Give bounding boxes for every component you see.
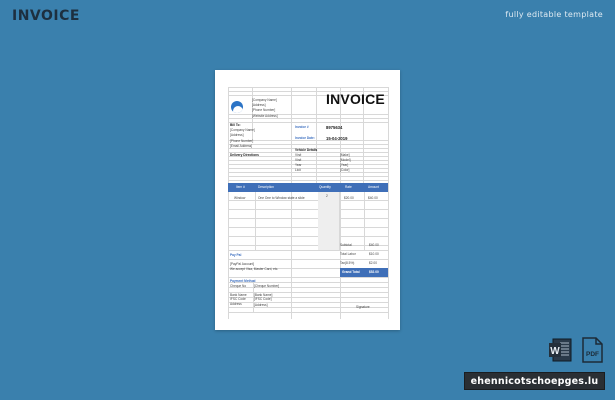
company-address: [Address] bbox=[252, 103, 266, 107]
payment-method-label: Payment Method bbox=[230, 279, 256, 283]
vehicle-value: [Color] bbox=[340, 168, 350, 172]
pay-pal-label: Pay Pal bbox=[230, 253, 242, 257]
payment-value: [IFSC Code] bbox=[254, 297, 272, 301]
bill-to-phone: [Phone Number] bbox=[230, 139, 254, 143]
pdf-document-icon[interactable]: PDF bbox=[581, 337, 604, 363]
vehicle-details-label: Vehicle Details bbox=[295, 148, 318, 152]
col-quantity: Quantity bbox=[319, 185, 331, 189]
total-labor-label: Total Labor bbox=[340, 252, 356, 256]
accepted-cards: We accept Visa, Master Card, etc. bbox=[230, 267, 279, 271]
payment-key: Address bbox=[230, 302, 242, 306]
delivery-directions-label: Delivery Directions bbox=[230, 153, 259, 157]
grand-total-value: $52.00 bbox=[369, 270, 379, 274]
row-description: One One to Window state a slide bbox=[258, 196, 305, 200]
invoice-date: 15-04-2019 bbox=[326, 136, 348, 141]
tax-label: Tax(8.5%) bbox=[340, 261, 355, 265]
paypal-account: [PayPal Account] bbox=[230, 262, 255, 266]
row-quantity: 2 bbox=[326, 194, 328, 198]
vehicle-key: Vin# bbox=[295, 153, 302, 157]
items-table-header: Item # Description Quantity Rate Amount bbox=[228, 183, 388, 192]
col-description: Description bbox=[258, 185, 274, 189]
subtotal-value: $40.00 bbox=[369, 243, 379, 247]
invoice-number: 8975634 bbox=[326, 125, 343, 130]
company-logo-icon bbox=[231, 101, 243, 113]
row-item: Window bbox=[234, 196, 246, 200]
bill-to-email: [Email Address] bbox=[230, 144, 253, 148]
grand-total-label: Grand Total bbox=[342, 270, 360, 274]
invoice-preview[interactable]: [Company Name] [Address] [Phone Number] … bbox=[215, 70, 400, 330]
company-website: [Website Address] bbox=[252, 114, 278, 118]
subtotal-label: Subtotal bbox=[340, 243, 352, 247]
invoice-number-label: Invoice # bbox=[295, 125, 309, 129]
invoice-date-label: Invoice Date: bbox=[295, 136, 315, 140]
col-item: Item # bbox=[236, 185, 245, 189]
page-subtitle: fully editable template bbox=[505, 10, 603, 19]
signature-label: Signature bbox=[356, 305, 370, 309]
payment-value: [Cheque Number] bbox=[254, 284, 280, 288]
vehicle-key: Lic# bbox=[295, 168, 301, 172]
vehicle-value: [Model] bbox=[340, 158, 351, 162]
vehicle-key: Vin# bbox=[295, 158, 302, 162]
row-rate: $20.00 bbox=[344, 196, 354, 200]
col-rate: Rate bbox=[345, 185, 352, 189]
col-amount: Amount bbox=[368, 185, 379, 189]
site-badge[interactable]: ehennicotschoepges.lu bbox=[464, 372, 605, 390]
vehicle-value: [Year] bbox=[340, 163, 349, 167]
invoice-title: INVOICE bbox=[326, 91, 385, 107]
row-amount: $40.00 bbox=[368, 196, 378, 200]
payment-key: Cheque No bbox=[230, 284, 247, 288]
invoice-paper: [Company Name] [Address] [Phone Number] … bbox=[228, 87, 389, 319]
bill-to-label: Bill To: bbox=[230, 123, 241, 127]
tax-value: $2.00 bbox=[369, 261, 377, 265]
payment-value: [Address] bbox=[254, 303, 268, 307]
bill-to-address: [Address] bbox=[230, 133, 244, 137]
svg-text:W: W bbox=[550, 346, 560, 357]
svg-text:PDF: PDF bbox=[586, 351, 599, 358]
company-name: [Company Name] bbox=[252, 98, 277, 102]
company-phone: [Phone Number] bbox=[252, 108, 276, 112]
payment-key: IFSC Code bbox=[230, 297, 246, 301]
grand-total-bar: Grand Total $52.00 bbox=[340, 268, 388, 277]
total-labor-value: $10.00 bbox=[369, 252, 379, 256]
word-document-icon[interactable]: W bbox=[548, 338, 572, 362]
bill-to-company: [Company Name] bbox=[230, 128, 255, 132]
page-title: INVOICE bbox=[12, 8, 80, 24]
vehicle-key: Year bbox=[295, 163, 302, 167]
vehicle-value: [Make] bbox=[340, 153, 350, 157]
